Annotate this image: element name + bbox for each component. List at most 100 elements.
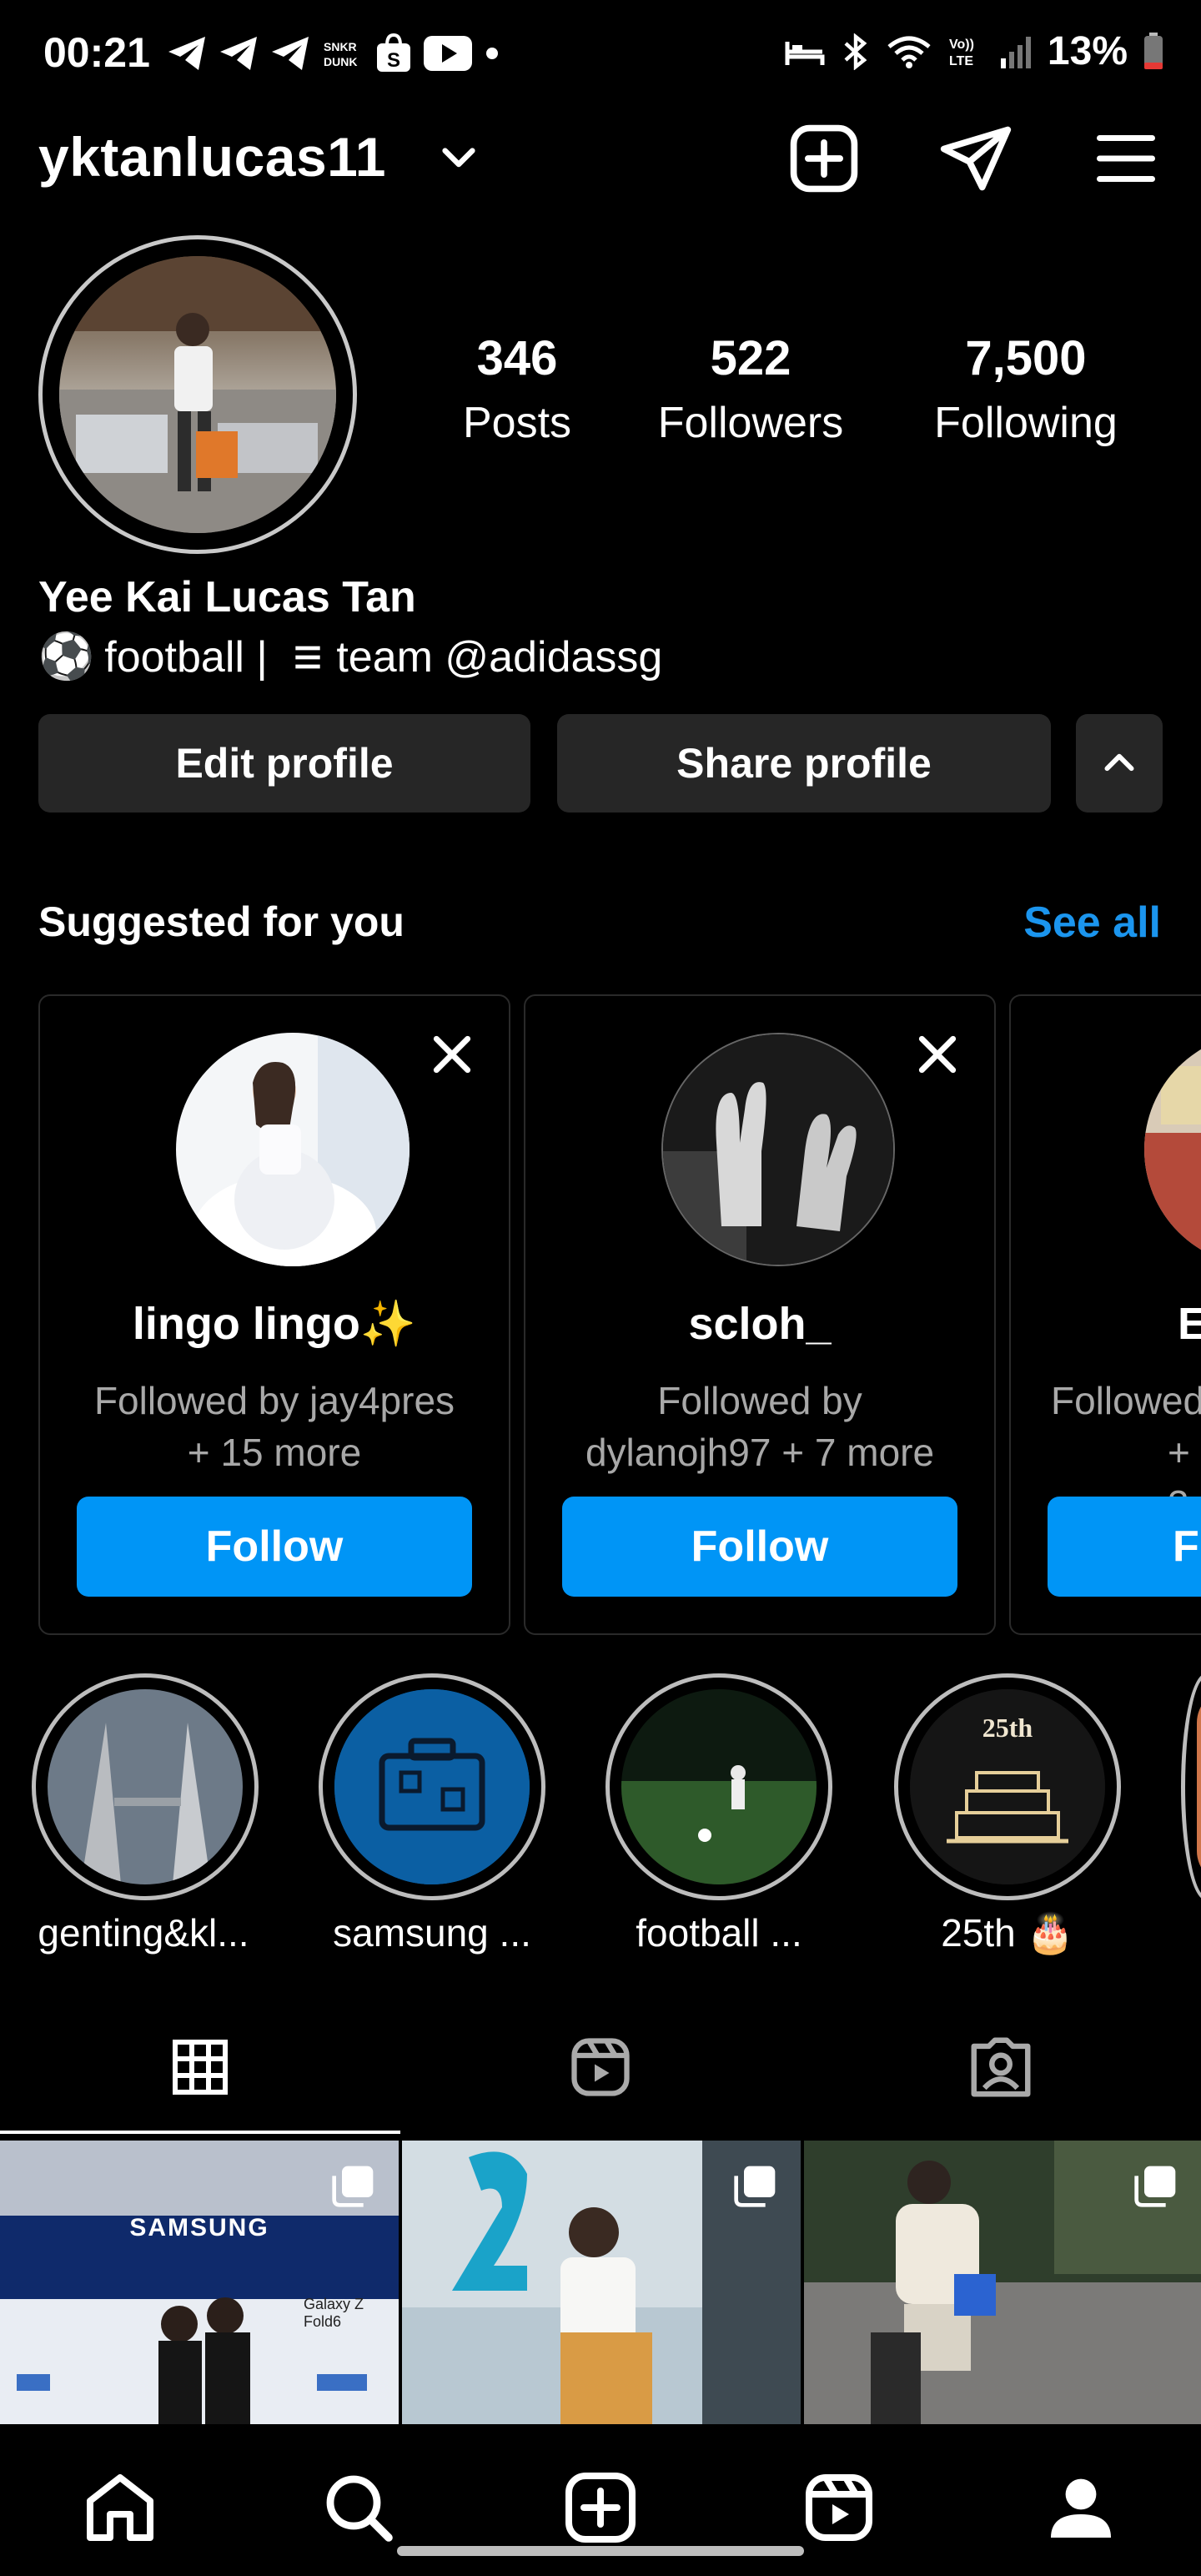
highlight-cover — [48, 1689, 243, 1884]
nav-create[interactable] — [550, 2458, 651, 2558]
svg-text:S: S — [387, 49, 400, 72]
nav-profile[interactable] — [1031, 2458, 1131, 2558]
follow-button[interactable]: Follow — [562, 1497, 957, 1597]
direct-message-icon — [940, 126, 1012, 191]
reels-icon — [571, 2038, 630, 2096]
nav-search[interactable] — [309, 2458, 409, 2558]
suggested-name[interactable]: scloh_ — [525, 1298, 994, 1350]
nav-home[interactable] — [70, 2458, 170, 2558]
svg-text:DUNK: DUNK — [324, 55, 357, 68]
username[interactable]: yktanlucas11 — [38, 125, 386, 189]
stat-following-label: Following — [934, 399, 1118, 447]
bio: ⚽ football | team @adidassg — [38, 631, 662, 683]
suggested-avatar[interactable] — [661, 1033, 895, 1266]
stat-followers-count: 522 — [710, 331, 791, 385]
highlight-cover — [1197, 1689, 1201, 1884]
battery-icon — [1144, 32, 1163, 69]
highlight-label: samsung ... — [333, 1911, 531, 1955]
home-indicator[interactable] — [397, 2546, 804, 2556]
tab-active-indicator — [0, 2131, 400, 2134]
grid-post[interactable] — [402, 2141, 801, 2424]
tab-reels[interactable] — [400, 2002, 801, 2132]
battery-percent: 13% — [1047, 29, 1128, 73]
suggested-mutuals: Followed by dylanojh97 + 7 more — [525, 1375, 994, 1478]
profile-icon — [1051, 2478, 1111, 2538]
soccer-ball-icon: ⚽ — [38, 631, 95, 682]
threads-lines-icon — [295, 646, 321, 668]
share-profile-button[interactable]: Share profile — [557, 714, 1051, 813]
svg-text:SNKR: SNKR — [324, 40, 357, 53]
bluetooth-icon — [844, 33, 867, 70]
youtube-icon — [424, 36, 472, 71]
suggested-mutuals-line2: + 15 more — [187, 1431, 362, 1474]
highlight-cover — [334, 1689, 530, 1884]
highlight-item[interactable]: 25th — [894, 1673, 1121, 1900]
highlight-label: football ... — [636, 1911, 802, 1955]
highlight-label: genting&kl... — [38, 1911, 249, 1955]
suggested-name[interactable]: lingo lingo✨ — [40, 1298, 509, 1351]
nav-reels[interactable] — [789, 2458, 889, 2558]
suggested-card[interactable]: lingo lingo✨ Followed by jay4pres + 15 m… — [38, 994, 510, 1635]
notification-icons: SNKR DUNK S — [167, 33, 500, 73]
create-post-button[interactable] — [782, 117, 866, 200]
highlight-item[interactable] — [606, 1673, 832, 1900]
suggested-avatar[interactable] — [1144, 1033, 1201, 1266]
chevron-down-icon — [442, 148, 475, 168]
suggested-card[interactable]: scloh_ Followed by dylanojh97 + 7 more F… — [524, 994, 996, 1635]
dismiss-icon[interactable] — [425, 1028, 479, 1081]
svg-text:Vo)): Vo)) — [949, 38, 974, 52]
home-icon — [87, 2474, 153, 2541]
account-switcher-button[interactable] — [417, 117, 500, 200]
highlight-cover — [621, 1689, 817, 1884]
suggested-mutuals: Followed by jay4pres + 15 more — [40, 1375, 509, 1478]
suggested-title: Suggested for you — [38, 898, 405, 945]
create-icon — [565, 2473, 636, 2543]
highlight-item[interactable] — [319, 1673, 545, 1900]
suggested-card[interactable]: E Followed + 3 F — [1009, 994, 1201, 1635]
telegram-icon — [272, 37, 309, 70]
menu-button[interactable] — [1084, 117, 1168, 200]
svg-text:LTE: LTE — [949, 54, 973, 68]
direct-message-button[interactable] — [934, 117, 1018, 200]
follow-button[interactable]: Follow — [77, 1497, 472, 1597]
highlight-cover: 25th — [910, 1689, 1105, 1884]
stat-posts[interactable]: 346 Posts — [450, 330, 584, 448]
suggested-mutuals-line1: Followed by — [657, 1379, 862, 1422]
edit-profile-button[interactable]: Edit profile — [38, 714, 530, 813]
full-name: Yee Kai Lucas Tan — [38, 573, 416, 621]
telegram-icon — [168, 37, 205, 70]
status-time: 00:21 — [43, 29, 150, 76]
multiple-photos-icon — [1134, 2166, 1176, 2207]
multiple-photos-icon — [332, 2166, 374, 2207]
highlight-cover-text: 25th — [982, 1713, 1033, 1743]
volte-icon: Vo)) LTE — [949, 38, 974, 68]
bio-text-team: team @adidassg — [336, 632, 663, 682]
stat-following-count: 7,500 — [965, 331, 1087, 385]
wifi-icon — [887, 36, 931, 68]
stat-following[interactable]: 7,500 Following — [917, 330, 1134, 448]
toggle-suggestions-button[interactable] — [1076, 714, 1163, 813]
dismiss-icon[interactable] — [911, 1028, 964, 1081]
menu-icon — [1097, 135, 1155, 182]
signal-icon — [1000, 36, 1031, 68]
multiple-photos-icon — [734, 2166, 776, 2207]
profile-header: yktanlucas11 — [0, 117, 1201, 200]
tab-grid[interactable] — [0, 2002, 400, 2132]
grid-post[interactable] — [804, 2141, 1201, 2424]
suggested-avatar[interactable] — [176, 1033, 410, 1266]
grid-post[interactable]: SAMSUNG Galaxy Z Fold6 — [0, 2141, 399, 2424]
search-icon — [326, 2475, 393, 2542]
suggested-name[interactable]: E — [1178, 1298, 1201, 1350]
create-post-icon — [790, 124, 858, 193]
follow-button[interactable]: F — [1048, 1497, 1201, 1597]
tab-tagged[interactable] — [801, 2002, 1201, 2132]
highlight-label: 25th 🎂 — [941, 1911, 1074, 1955]
highlight-item-partial[interactable] — [1181, 1673, 1201, 1900]
profile-avatar[interactable] — [38, 235, 357, 554]
tagged-icon — [971, 2037, 1031, 2097]
highlight-item[interactable] — [32, 1673, 259, 1900]
stat-followers[interactable]: 522 Followers — [642, 330, 859, 448]
grid-icon — [173, 2040, 228, 2095]
dot-icon — [486, 48, 498, 59]
see-all-link[interactable]: See all — [1023, 898, 1161, 948]
